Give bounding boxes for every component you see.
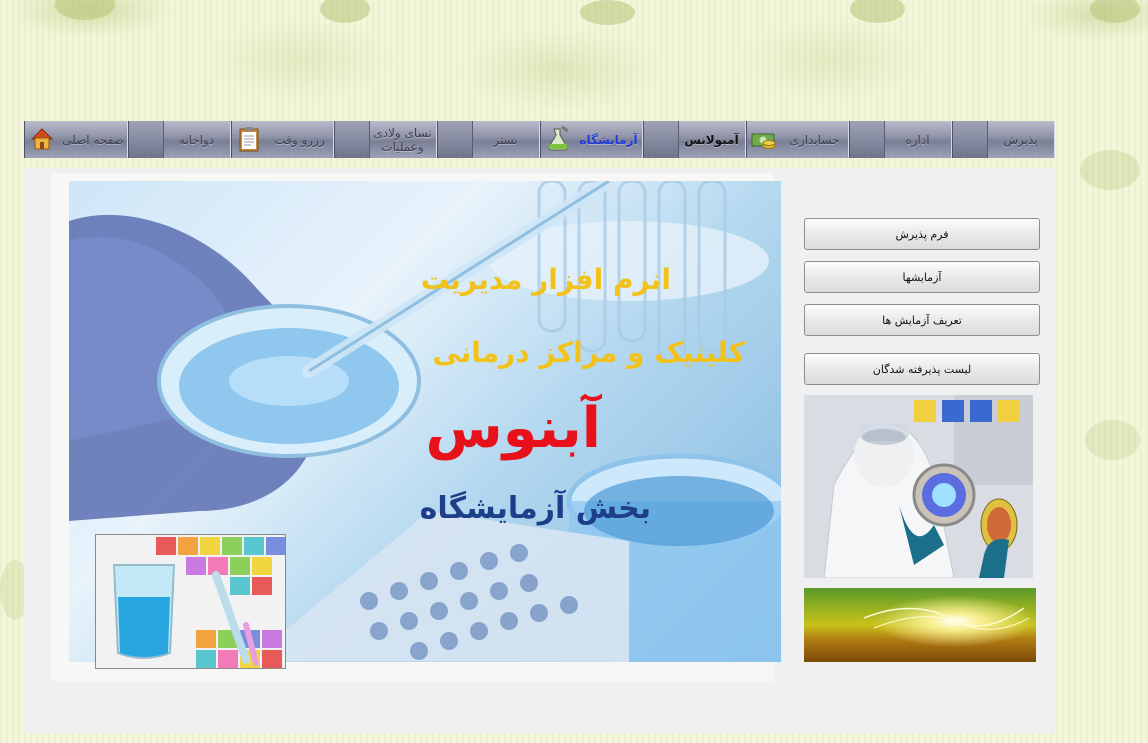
- nav-separator: [850, 121, 885, 158]
- admission-form-button[interactable]: فرم پذیرش: [804, 218, 1040, 250]
- nav-item-obstetrics[interactable]: نسای ولادی وعملیات: [334, 121, 437, 158]
- nav-item-ambulance[interactable]: آمبولانس: [643, 121, 746, 158]
- hero-brand-name: آبنوس: [425, 396, 601, 461]
- nav-item-label-line1: نسای ولادی: [373, 125, 432, 140]
- nav-separator: [438, 121, 473, 158]
- nav-separator: [335, 121, 370, 158]
- nav-item-label: رزرو وقت: [274, 132, 325, 147]
- main-nav-bar: پذیرش اداره حسابداری آمبولانس آزمایشگاه …: [24, 121, 1055, 158]
- nav-item-inpatient[interactable]: بستر: [437, 121, 540, 158]
- nav-item-home[interactable]: صفحه اصلی: [24, 121, 128, 158]
- background-ornament: [1090, 0, 1140, 23]
- define-tests-button[interactable]: تعریف آزمایش ها: [804, 304, 1040, 336]
- main-content-panel: انرم افزار مدیریت کلینیک و مراکز درمانی …: [24, 168, 1055, 733]
- lab-technician-photo: [804, 395, 1033, 578]
- hero-banner: انرم افزار مدیریت کلینیک و مراکز درمانی …: [51, 173, 781, 681]
- nav-item-admission[interactable]: پذیرش: [952, 121, 1055, 158]
- nav-item-label: حسابداری: [789, 132, 840, 147]
- nav-item-pharmacy[interactable]: دواخانه: [128, 121, 231, 158]
- nav-separator: [129, 121, 164, 158]
- nav-item-label: آمبولانس: [684, 132, 739, 147]
- nav-item-label: اداره: [905, 132, 930, 147]
- money-icon: [751, 133, 776, 149]
- background-ornament: [850, 0, 905, 23]
- beaker-periodic-illustration: [96, 535, 285, 668]
- nav-item-label: آزمایشگاه: [579, 132, 638, 147]
- nav-item-label: نسای ولادی وعملیات: [373, 126, 431, 154]
- nav-item-label: صفحه اصلی: [62, 132, 124, 147]
- nav-item-laboratory[interactable]: آزمایشگاه: [540, 121, 643, 158]
- background-ornament: [320, 0, 370, 23]
- nav-separator: [953, 121, 988, 158]
- hero-title-clinics: کلینیک و مراکز درمانی: [432, 336, 745, 369]
- lab-technician-illustration: [804, 395, 1033, 578]
- nav-item-reservation[interactable]: رزرو وقت: [231, 121, 334, 158]
- nav-separator: [644, 121, 679, 158]
- nav-item-label: دواخانه: [178, 132, 215, 147]
- hero-title-software: انرم افزار مدیریت: [420, 263, 671, 296]
- hero-section-name: بخش آزمایشگاه: [419, 491, 651, 526]
- abstract-banner-image: [804, 588, 1036, 662]
- periodic-table-thumbnail: [95, 534, 286, 669]
- home-icon: [30, 128, 54, 150]
- nav-item-accounting[interactable]: حسابداری: [746, 121, 849, 158]
- background-ornament: [1080, 150, 1140, 190]
- background-ornament: [55, 0, 115, 20]
- nav-item-label-line2: وعملیات: [381, 139, 424, 154]
- nav-item-office[interactable]: اداره: [849, 121, 952, 158]
- flask-icon: [548, 126, 569, 151]
- nav-item-label: بستر: [493, 132, 518, 147]
- admitted-list-button[interactable]: لیست پذیرفته شدگان: [804, 353, 1040, 385]
- background-ornament: [580, 0, 635, 25]
- nav-item-label: پذیرش: [1003, 132, 1038, 147]
- background-ornament: [1085, 420, 1140, 460]
- clipboard-icon: [239, 127, 259, 152]
- tests-button[interactable]: آزمایشها: [804, 261, 1040, 293]
- abstract-light-illustration: [804, 588, 1036, 662]
